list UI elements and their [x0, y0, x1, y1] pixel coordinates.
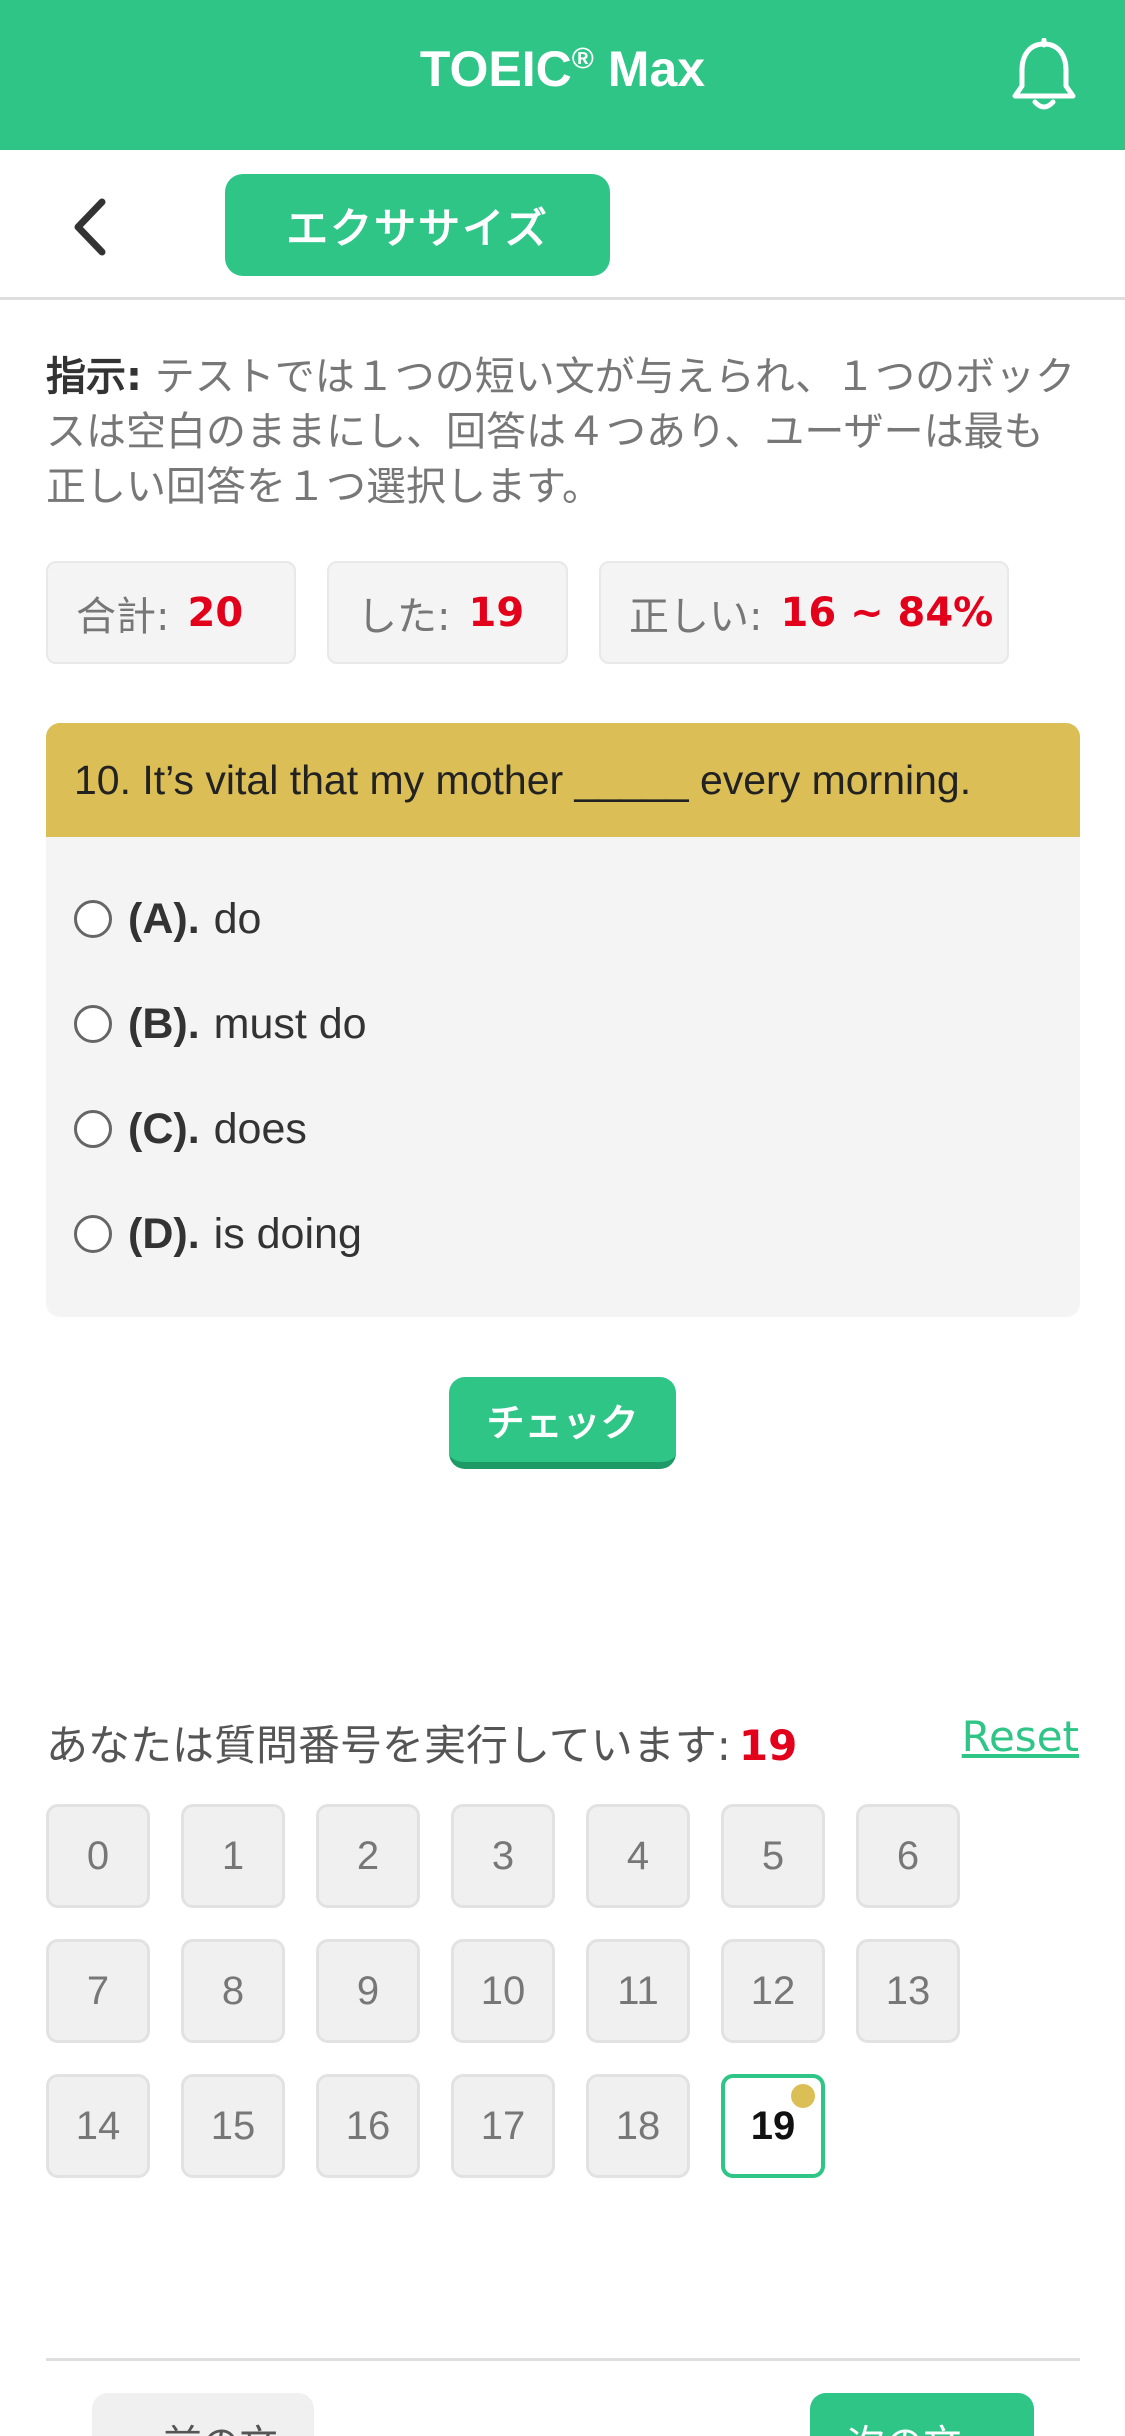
next-sentence-button[interactable]: 次の文 »: [810, 2393, 1034, 2436]
app-title: TOEIC® Max: [419, 41, 706, 97]
question-text: 10. It’s vital that my mother _____ ever…: [46, 723, 1080, 837]
option-text: is doing: [213, 1209, 362, 1258]
chevron-left-icon[interactable]: [62, 192, 122, 262]
stat-total-label: 合計:: [76, 593, 170, 640]
stat-correct-value: 16 ~ 84%: [780, 589, 994, 636]
option-text: must do: [213, 999, 367, 1048]
question-number-label: 19: [750, 2103, 796, 2148]
option-letter: (B).: [128, 999, 200, 1048]
stat-done-value: 19: [468, 589, 525, 636]
question-number-button[interactable]: 6: [856, 1804, 960, 1908]
previous-sentence-button[interactable]: « 前の文: [92, 2393, 314, 2436]
registered-mark: ®: [571, 42, 594, 76]
stat-correct-label: 正しい:: [629, 593, 763, 640]
question-number-button[interactable]: 12: [721, 1939, 825, 2043]
question-number-button[interactable]: 11: [586, 1939, 690, 2043]
question-number-button[interactable]: 9: [316, 1939, 420, 2043]
current-question-label: あなたは質問番号を実行しています: 19: [46, 1721, 798, 1770]
question-number-button[interactable]: 2: [316, 1804, 420, 1908]
stat-done: した: 19: [327, 561, 568, 664]
question-number-button[interactable]: 15: [181, 2074, 285, 2178]
option-text: do: [213, 894, 262, 943]
question-number-button[interactable]: 10: [451, 1939, 555, 2043]
question-number-button[interactable]: 8: [181, 1939, 285, 2043]
current-indicator-dot: [791, 2084, 815, 2108]
question-number-button[interactable]: 5: [721, 1804, 825, 1908]
question-number-button[interactable]: 14: [46, 2074, 150, 2178]
instructions-text: テストでは１つの短い文が与えられ、１つのボックスは空白のままにし、回答は４つあり…: [46, 354, 1076, 510]
option-d[interactable]: (D). is doing: [74, 1204, 362, 1264]
divider: [46, 2358, 1080, 2361]
stat-total: 合計: 20: [46, 561, 296, 664]
question-number-button[interactable]: 16: [316, 2074, 420, 2178]
question-number-button[interactable]: 13: [856, 1939, 960, 2043]
question-card: 10. It’s vital that my mother _____ ever…: [46, 723, 1080, 1317]
question-number-button[interactable]: 0: [46, 1804, 150, 1908]
app-header: TOEIC® Max: [0, 0, 1125, 150]
check-button[interactable]: チェック: [449, 1377, 676, 1469]
radio-option-b[interactable]: [74, 1005, 112, 1043]
option-letter: (A).: [128, 894, 200, 943]
option-text: does: [213, 1104, 307, 1153]
stat-total-value: 20: [187, 589, 244, 636]
bell-icon[interactable]: [1009, 38, 1079, 114]
option-letter: (D).: [128, 1209, 200, 1258]
question-number-button[interactable]: 4: [586, 1804, 690, 1908]
question-number-button[interactable]: 3: [451, 1804, 555, 1908]
option-a[interactable]: (A). do: [74, 889, 261, 949]
stat-done-label: した:: [357, 593, 451, 640]
reset-link[interactable]: Reset: [962, 1712, 1079, 1761]
question-number-button-current[interactable]: 19: [721, 2074, 825, 2178]
instructions-label: 指示:: [46, 354, 142, 400]
question-number-button[interactable]: 7: [46, 1939, 150, 2043]
sub-toolbar: エクササイズ: [0, 150, 1125, 300]
radio-option-c[interactable]: [74, 1110, 112, 1148]
instructions: 指示: テストでは１つの短い文が与えられ、１つのボックスは空白のままにし、回答は…: [46, 350, 1076, 515]
option-c[interactable]: (C). does: [74, 1099, 307, 1159]
question-number-button[interactable]: 17: [451, 2074, 555, 2178]
radio-option-d[interactable]: [74, 1215, 112, 1253]
current-question-number: 19: [738, 1721, 798, 1770]
question-number-button[interactable]: 1: [181, 1804, 285, 1908]
exercise-tab-button[interactable]: エクササイズ: [225, 174, 610, 276]
option-letter: (C).: [128, 1104, 200, 1153]
question-number-button[interactable]: 18: [586, 2074, 690, 2178]
stat-correct: 正しい: 16 ~ 84%: [599, 561, 1009, 664]
option-b[interactable]: (B). must do: [74, 994, 367, 1054]
radio-option-a[interactable]: [74, 900, 112, 938]
